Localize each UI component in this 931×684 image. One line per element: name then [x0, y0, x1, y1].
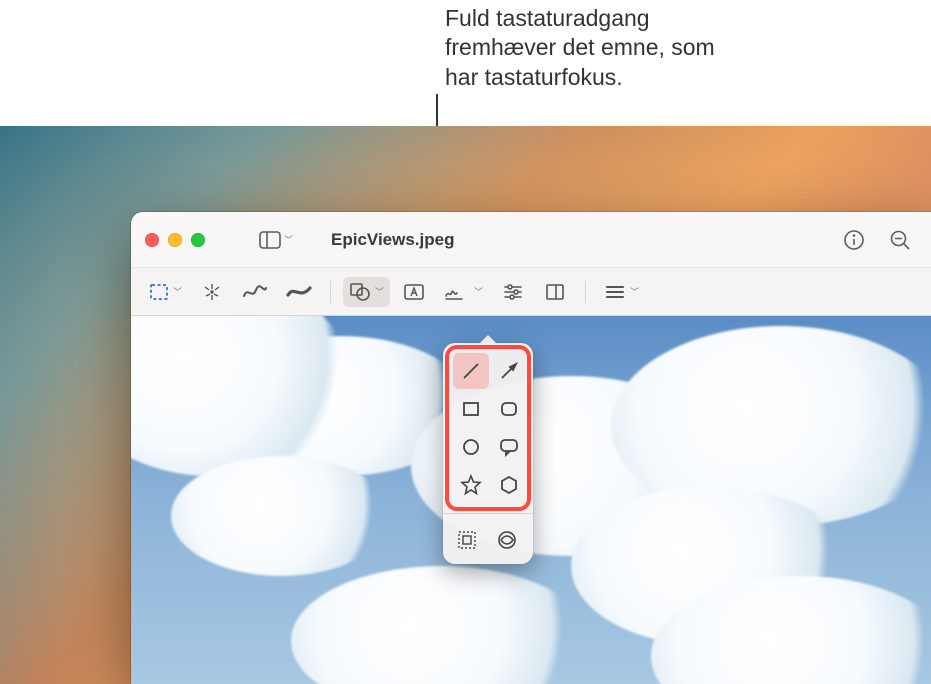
sign-icon	[444, 282, 470, 302]
star-icon	[460, 474, 482, 496]
info-icon	[843, 229, 865, 251]
shape-speech-bubble[interactable]	[491, 429, 527, 465]
chevron-down-icon: ﹀	[173, 285, 182, 298]
sketch-icon	[242, 282, 268, 302]
shape-star[interactable]	[453, 467, 489, 503]
markup-toolbar: ﹀	[131, 268, 931, 316]
rect-icon	[460, 398, 482, 420]
separator	[443, 513, 533, 514]
draw-button[interactable]	[280, 277, 318, 307]
rounded-rect-icon	[498, 398, 520, 420]
shape-hexagon[interactable]	[491, 467, 527, 503]
titlebar: ﹀ EpicViews.jpeg	[131, 212, 931, 268]
sketch-button[interactable]	[236, 277, 274, 307]
crop-icon	[544, 282, 566, 302]
shape-rect[interactable]	[453, 391, 489, 427]
shapes-focus-group	[445, 345, 531, 511]
zoom-out-button[interactable]	[883, 223, 917, 257]
shape-arrow[interactable]	[491, 353, 527, 389]
cloud-shape	[171, 456, 391, 576]
speech-bubble-icon	[498, 436, 520, 458]
crop-button[interactable]	[537, 277, 573, 307]
shape-oval[interactable]	[453, 429, 489, 465]
chevron-down-icon: ﹀	[284, 233, 293, 246]
separator	[330, 281, 331, 303]
text-icon	[403, 282, 425, 302]
cloud-shape	[291, 566, 591, 684]
shapes-popover	[443, 343, 533, 564]
sign-button[interactable]: ﹀	[438, 277, 489, 307]
selection-tool-button[interactable]: ﹀	[143, 277, 188, 307]
instant-alpha-icon	[201, 281, 223, 303]
sidebar-icon	[259, 231, 281, 249]
adjust-color-button[interactable]	[495, 277, 531, 307]
shape-line[interactable]	[453, 353, 489, 389]
arrow-icon	[498, 360, 520, 382]
loupe-icon	[496, 529, 518, 551]
shapes-icon	[349, 282, 371, 302]
fullscreen-button[interactable]	[191, 233, 205, 247]
shape-highlight-area[interactable]	[449, 522, 485, 558]
callout-text: Fuld tastaturadgang fremhæver det emne, …	[445, 4, 725, 92]
list-icon	[604, 283, 626, 301]
shapes-extra-group	[443, 516, 533, 564]
close-button[interactable]	[145, 233, 159, 247]
instant-alpha-button[interactable]	[194, 277, 230, 307]
shape-loupe[interactable]	[489, 522, 525, 558]
highlight-area-icon	[456, 529, 478, 551]
chevron-down-icon: ﹀	[474, 285, 483, 298]
shapes-button[interactable]: ﹀	[343, 277, 390, 307]
shape-rounded-rect[interactable]	[491, 391, 527, 427]
minimize-button[interactable]	[168, 233, 182, 247]
chevron-down-icon: ﹀	[375, 285, 384, 298]
window-controls	[145, 233, 205, 247]
oval-icon	[460, 436, 482, 458]
draw-icon	[286, 282, 312, 302]
hexagon-icon	[498, 474, 520, 496]
sliders-icon	[502, 282, 524, 302]
description-button[interactable]: ﹀	[598, 277, 645, 307]
separator	[585, 281, 586, 303]
window-title: EpicViews.jpeg	[331, 230, 454, 250]
zoom-out-icon	[889, 229, 911, 251]
chevron-down-icon: ﹀	[630, 285, 639, 298]
sidebar-toggle[interactable]: ﹀	[253, 227, 299, 253]
selection-icon	[149, 282, 169, 302]
info-button[interactable]	[837, 223, 871, 257]
text-button[interactable]	[396, 277, 432, 307]
line-icon	[460, 360, 482, 382]
